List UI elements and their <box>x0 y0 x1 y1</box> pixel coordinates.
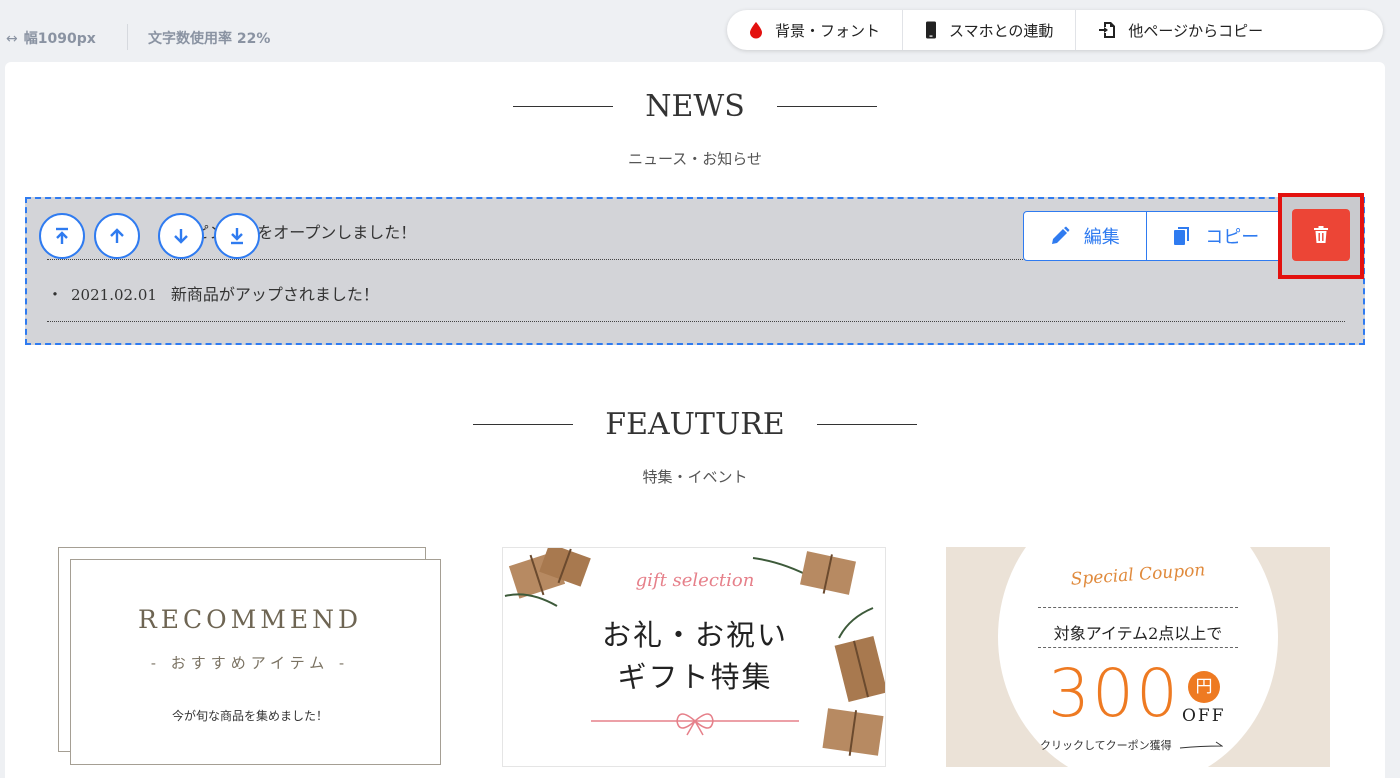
smartphone-sync-label: スマホとの連動 <box>949 21 1054 40</box>
smartphone-sync-button[interactable]: スマホとの連動 <box>903 10 1077 50</box>
page-canvas: NEWS ニュース・お知らせ ・1ッピング店をオープンしました！ ・2021.0… <box>5 62 1385 778</box>
news-item-body: 新商品がアップされました！ <box>170 285 379 304</box>
recommend-description: 今が旬な商品を集めました！ <box>171 709 328 723</box>
coupon-condition: 対象アイテム2点以上で <box>1053 624 1223 643</box>
smartphone-icon <box>925 21 937 39</box>
dashed-divider <box>1038 607 1238 608</box>
delete-button[interactable] <box>1292 209 1350 261</box>
gift-box-image <box>822 708 884 756</box>
news-title: NEWS <box>5 89 1385 124</box>
news-subtitle: ニュース・お知らせ <box>628 150 762 168</box>
move-to-top-button[interactable] <box>39 213 85 259</box>
move-to-bottom-button[interactable] <box>214 213 260 259</box>
coupon-amount: 300 <box>1048 655 1180 732</box>
editor-tools: 背景・フォント スマホとの連動 他ページからコピー <box>727 10 1383 50</box>
width-label: 幅1090px <box>23 31 96 47</box>
arrow-up-icon <box>110 228 124 243</box>
news-list-block-selected[interactable]: ・1ッピング店をオープンしました！ ・2021.02.01新商品がアップされまし… <box>25 193 1365 345</box>
leaf-sprig-image <box>504 593 558 607</box>
copy-from-page-button[interactable]: 他ページからコピー <box>1076 10 1285 50</box>
arrow-to-bottom-icon <box>231 228 243 245</box>
background-font-button[interactable]: 背景・フォント <box>727 10 904 50</box>
import-file-icon <box>1098 21 1116 39</box>
feature-title-text: FEAUTURE <box>605 407 785 442</box>
news-item[interactable]: ・ 2021.02.01 新商品がアップされました！ <box>47 261 1345 322</box>
news-item-bullet: ・ <box>47 285 64 304</box>
width-indicator: ↔ 幅1090px <box>6 28 96 48</box>
copy-button[interactable]: コピー <box>1147 212 1286 260</box>
title-rule-left <box>473 424 574 425</box>
move-down-button[interactable] <box>158 213 204 259</box>
ribbon-bow-icon <box>676 713 714 736</box>
gift-banner[interactable]: gift selection お礼・お祝い ギフト特集 <box>502 547 886 767</box>
recommend-banner[interactable]: RECOMMEND - おすすめアイテム - 今が旬な商品を集めました！ <box>58 547 442 767</box>
horizontal-arrows-icon: ↔ <box>6 31 18 47</box>
edit-button[interactable]: 編集 <box>1024 212 1147 260</box>
coupon-cta-text: クリックしてクーポン獲得 <box>1040 739 1172 752</box>
arrow-right-icon <box>1180 741 1224 749</box>
char-usage-label: 文字数使用率 22% <box>148 31 271 47</box>
feature-subtitle: 特集・イベント <box>642 468 748 486</box>
title-rule-right <box>816 424 917 425</box>
coupon-banner[interactable]: Special Coupon 対象アイテム2点以上で 300 円 OFF クリッ… <box>946 547 1330 767</box>
trash-icon <box>1314 226 1328 243</box>
title-rule-right <box>776 106 877 107</box>
news-item-body: ッピング店をオープンしました！ <box>177 223 417 242</box>
gift-line-1: お礼・お祝い <box>601 618 788 652</box>
yen-badge: 円 <box>1188 671 1220 703</box>
top-toolbar: ↔ 幅1090px 文字数使用率 22% 背景・フォント スマホとの連動 他ページ… <box>0 0 1400 62</box>
recommend-subheading: - おすすめアイテム - <box>150 654 350 672</box>
copy-label: コピー <box>1205 227 1260 248</box>
droplet-icon <box>749 21 763 39</box>
news-item-date: 2021.02.01 <box>71 286 157 304</box>
dashed-divider <box>1038 647 1238 648</box>
news-title-text: NEWS <box>645 89 745 124</box>
news-item-text: ・ 2021.02.01 新商品がアップされました！ <box>47 281 379 305</box>
recommend-heading: RECOMMEND <box>137 605 363 634</box>
title-rule-left <box>513 106 614 107</box>
divider <box>127 24 128 50</box>
copy-icon <box>1173 226 1191 246</box>
block-actions: 編集 コピー <box>1023 211 1287 261</box>
move-up-button[interactable] <box>94 213 140 259</box>
arrow-to-top-icon <box>56 227 68 244</box>
gift-script-title: gift selection <box>635 570 755 591</box>
pencil-icon <box>1050 226 1070 246</box>
coupon-off-label: OFF <box>1182 706 1226 726</box>
feature-title: FEAUTURE <box>5 407 1385 442</box>
delete-highlight-box <box>1278 193 1364 279</box>
edit-label: 編集 <box>1083 227 1120 248</box>
background-font-label: 背景・フォント <box>775 21 881 40</box>
copy-from-page-label: 他ページからコピー <box>1128 21 1264 40</box>
gift-line-2: ギフト特集 <box>617 660 773 694</box>
coupon-cta: クリックしてクーポン獲得 <box>1040 737 1224 753</box>
arrow-down-icon <box>174 229 188 244</box>
